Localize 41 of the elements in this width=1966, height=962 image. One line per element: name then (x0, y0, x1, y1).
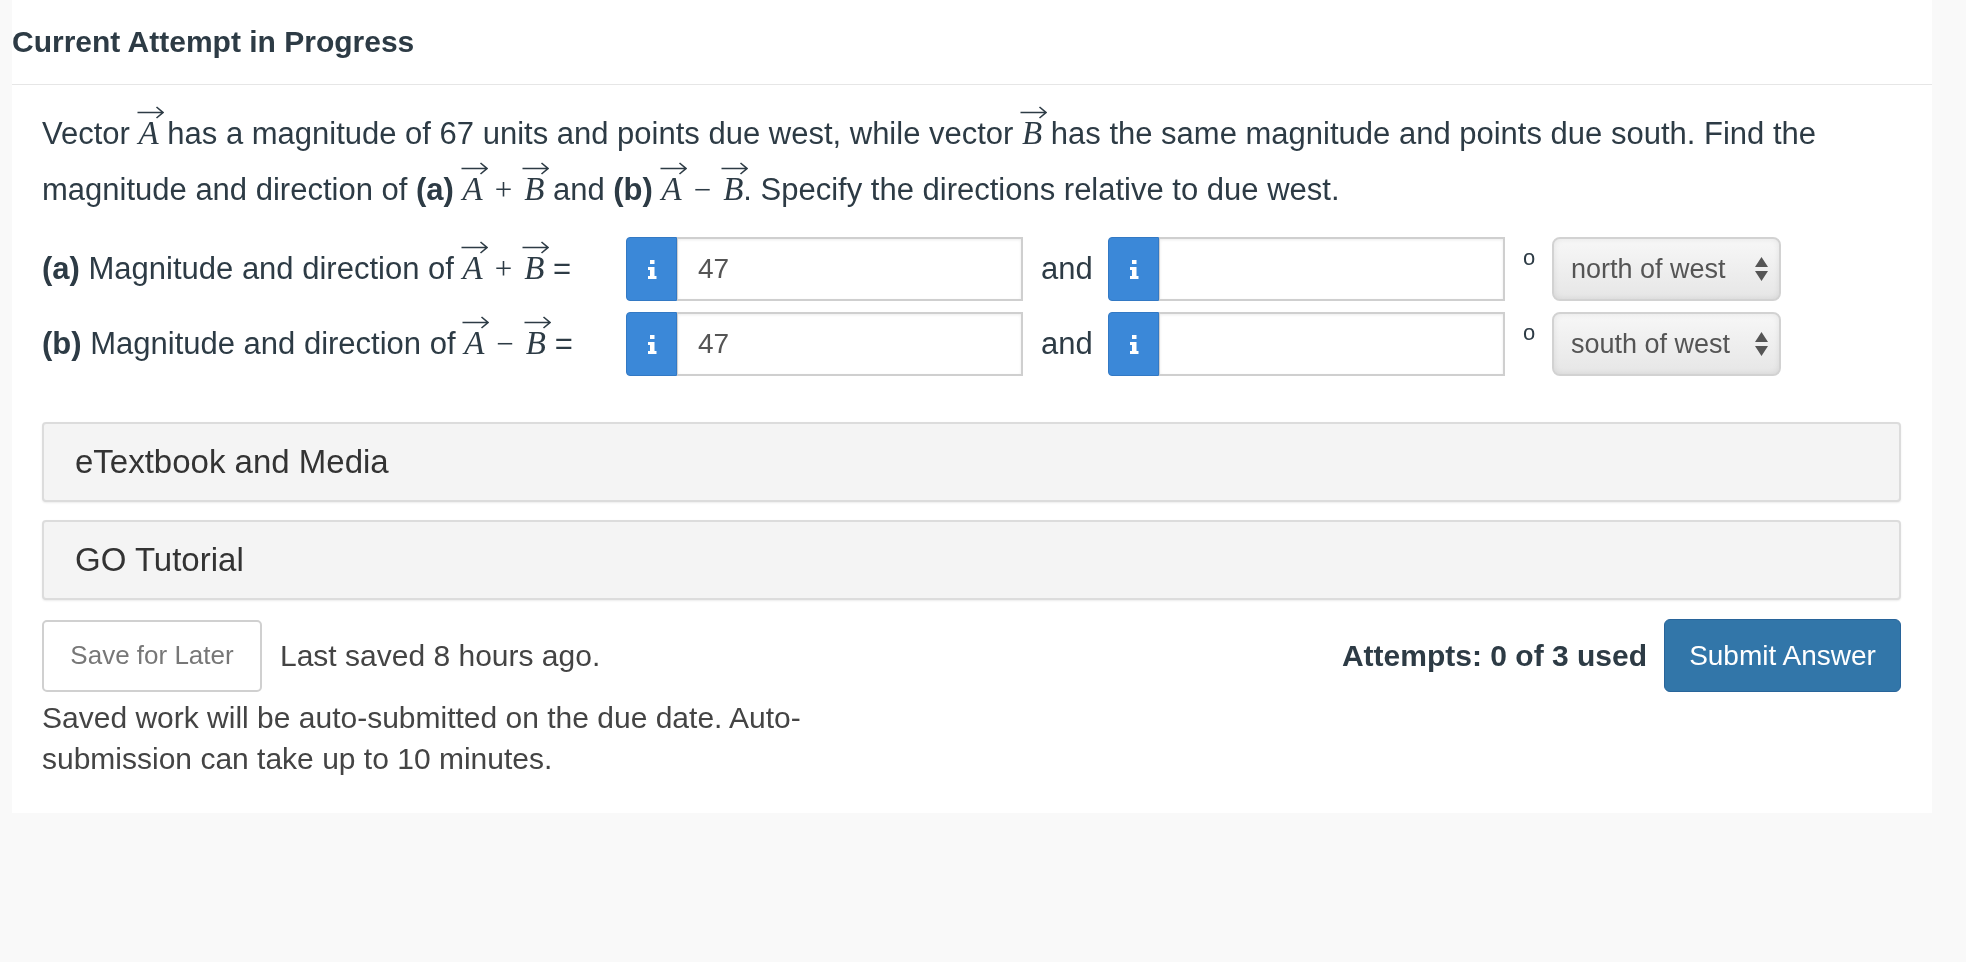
vector-arrow-icon (721, 162, 749, 175)
connector-label: and (1040, 326, 1093, 362)
accordion-header[interactable]: eTextbook and Media (42, 422, 1901, 502)
info-icon (646, 334, 657, 354)
auto-submit-note: Saved work will be auto-submitted on the due date. Auto-submission can take up to 10 minutes. (42, 700, 802, 777)
section-title: Current Attempt in Progress (12, 25, 415, 59)
info-icon (646, 259, 657, 279)
last-saved-text: Last saved 8 hours ago. (280, 638, 601, 673)
vector-arrow-icon (659, 162, 687, 175)
question-part-label: (b) Magnitude and direction of A − B = (42, 316, 573, 372)
info-button[interactable] (626, 312, 677, 376)
info-button[interactable] (626, 237, 677, 301)
connector-label: and (1040, 251, 1093, 287)
attempts-text: Attempts: 0 of 3 used (1341, 638, 1647, 673)
vector-arrow-icon (522, 162, 550, 175)
vector-arrow-icon (460, 162, 488, 175)
info-icon (1128, 334, 1139, 354)
magnitude-input[interactable]: 47 (677, 312, 1023, 376)
up-down-arrows-icon (1755, 257, 1768, 281)
save-for-later-button[interactable]: Save for Later (42, 619, 262, 692)
accordion-header[interactable]: GO Tutorial (42, 520, 1901, 600)
info-button[interactable] (1108, 312, 1159, 376)
up-down-arrows-icon (1755, 332, 1768, 356)
info-icon (1128, 259, 1139, 279)
degree-label: o (1522, 247, 1536, 269)
submit-answer-button[interactable]: Submit Answer (1664, 619, 1901, 692)
direction-dropdown[interactable]: north of west (1552, 237, 1781, 301)
vector-arrow-icon (1020, 106, 1048, 119)
angle-input[interactable] (1159, 237, 1505, 301)
degree-label: o (1522, 322, 1536, 344)
vector-arrow-icon (522, 241, 550, 254)
info-button[interactable] (1108, 237, 1159, 301)
vector-arrow-icon (136, 106, 164, 119)
question-text: Vector A has a magnitude of 67 units and points due west, while vector B has the same magnitude and points due south. Find the magnitude and direction of (a) A + B and (b) A − B. Specify the directions relative to due west. (42, 106, 1901, 218)
question-part-label: (a) Magnitude and direction of A + B = (42, 241, 572, 297)
vector-arrow-icon (523, 316, 551, 329)
direction-dropdown[interactable]: south of west (1552, 312, 1781, 376)
vector-arrow-icon (460, 241, 488, 254)
vector-arrow-icon (462, 316, 490, 329)
angle-input[interactable] (1159, 312, 1505, 376)
magnitude-input[interactable]: 47 (677, 237, 1023, 301)
